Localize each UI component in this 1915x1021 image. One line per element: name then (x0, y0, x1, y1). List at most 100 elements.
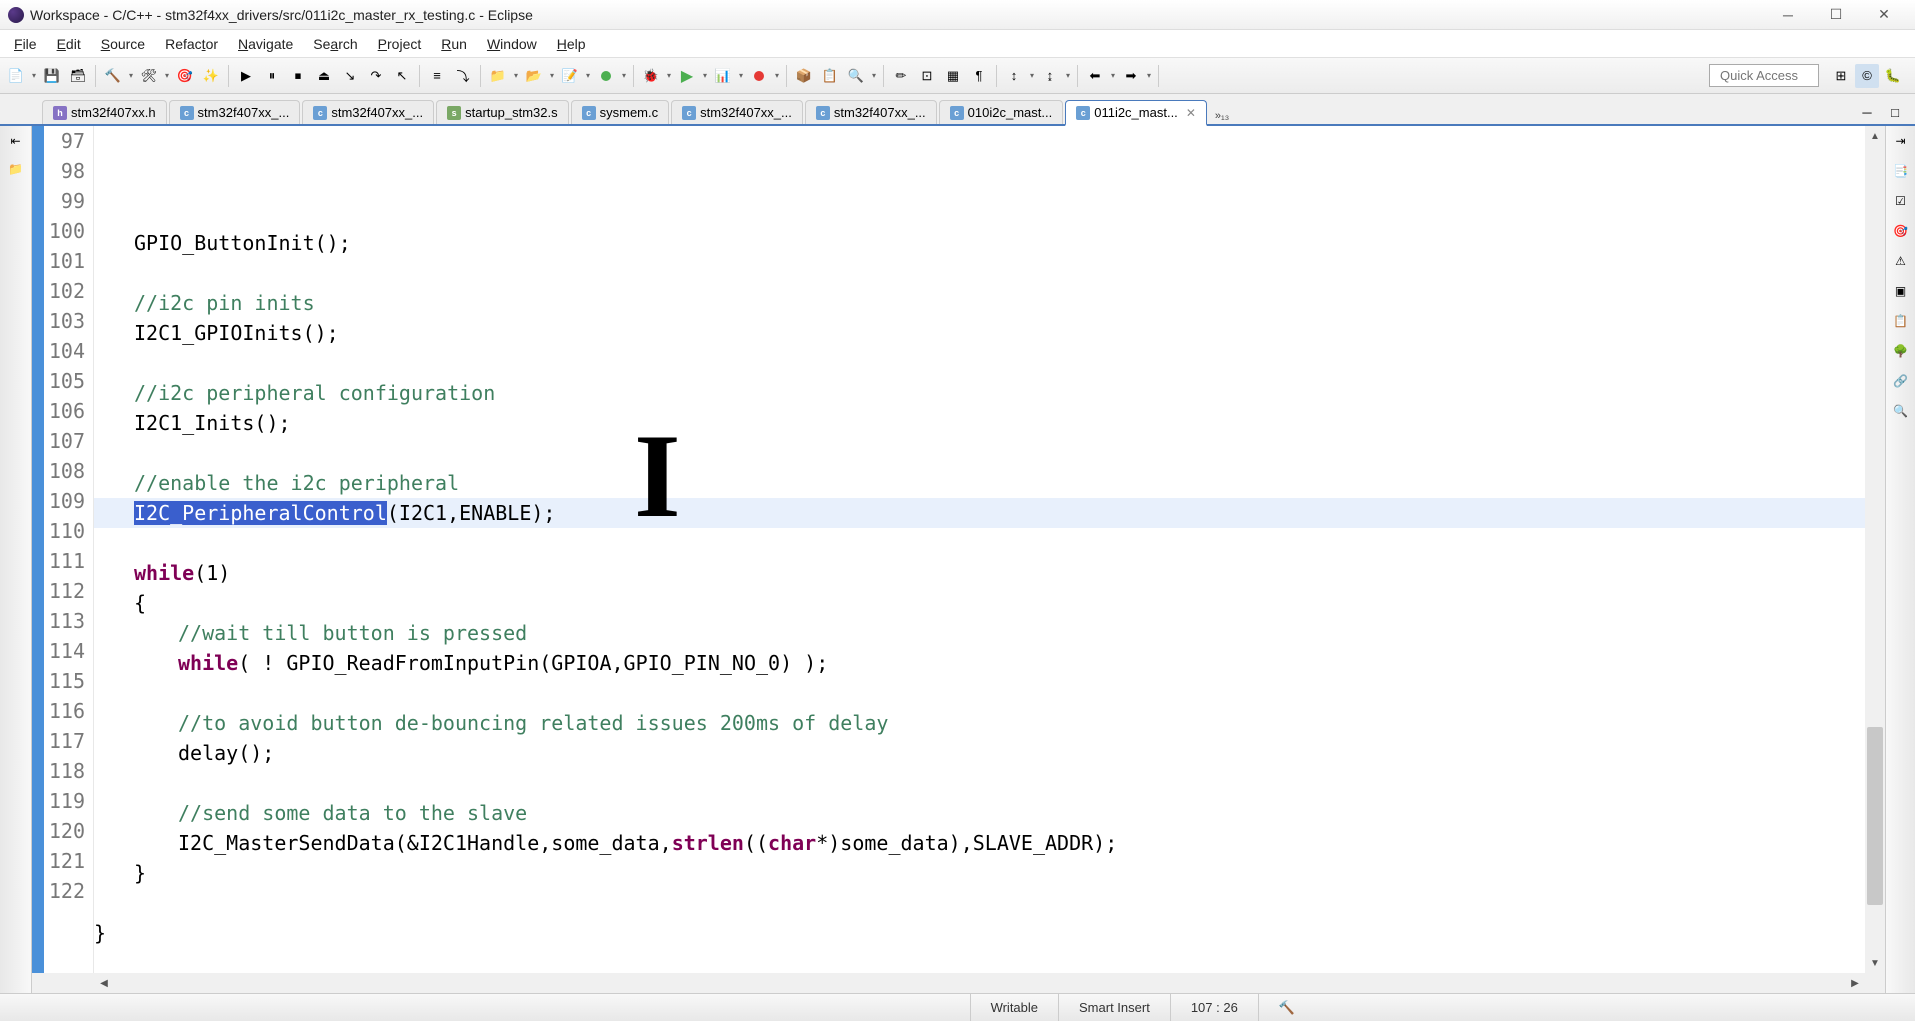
editor-tab[interactable]: cstm32f407xx_... (671, 100, 803, 124)
project-explorer-icon[interactable]: 📁 (7, 160, 25, 178)
code-line[interactable] (94, 438, 1865, 468)
code-area[interactable]: I GPIO_ButtonInit();//i2c pin initsI2C1_… (94, 126, 1865, 973)
hscroll-track[interactable] (114, 973, 1845, 993)
toggle-block-icon[interactable]: ▦ (941, 64, 965, 88)
code-line[interactable] (94, 198, 1865, 228)
code-line[interactable]: delay(); (94, 738, 1865, 768)
menu-project[interactable]: Project (368, 32, 432, 56)
menu-search[interactable]: Search (303, 32, 367, 56)
restore-right-icon[interactable]: ⇥ (1892, 132, 1910, 150)
menu-file[interactable]: File (4, 32, 47, 56)
wand-button[interactable]: ✨ (199, 64, 223, 88)
skip-breakpoints-icon[interactable]: ⤵ (451, 64, 475, 88)
show-ws-icon[interactable]: ¶ (967, 64, 991, 88)
menu-edit[interactable]: Edit (47, 32, 91, 56)
build-all-dropdown[interactable]: ▾ (163, 71, 171, 80)
editor-tab[interactable]: hstm32f407xx.h (42, 100, 167, 124)
scroll-up-icon[interactable]: ▲ (1865, 126, 1885, 146)
search-icon[interactable]: 🔍 (844, 64, 868, 88)
menu-refactor[interactable]: Refactor (155, 32, 228, 56)
dd1[interactable]: ▾ (512, 71, 520, 80)
outline-icon[interactable]: 📑 (1892, 162, 1910, 180)
menu-help[interactable]: Help (547, 32, 596, 56)
menu-run[interactable]: Run (431, 32, 477, 56)
stop-icon[interactable]: ⏹ (286, 64, 310, 88)
ext-tools-button[interactable] (747, 64, 771, 88)
new-folder-icon[interactable]: 📂 (522, 64, 546, 88)
dd5[interactable]: ▾ (665, 71, 673, 80)
code-line[interactable] (94, 348, 1865, 378)
step-into-icon[interactable]: ↘ (338, 64, 362, 88)
step-over-icon[interactable]: ↷ (364, 64, 388, 88)
build-dropdown[interactable]: ▾ (127, 71, 135, 80)
code-line[interactable] (94, 258, 1865, 288)
open-type-icon[interactable]: 📦 (792, 64, 816, 88)
code-line[interactable]: //to avoid button de-bouncing related is… (94, 708, 1865, 738)
code-line[interactable]: } (94, 918, 1865, 948)
code-line[interactable] (94, 948, 1865, 973)
build-targets-icon[interactable]: 🎯 (1892, 222, 1910, 240)
dd11[interactable]: ▾ (1064, 71, 1072, 80)
call-hierarchy-icon[interactable]: 🌳 (1892, 342, 1910, 360)
editor-tab[interactable]: c011i2c_mast...✕ (1065, 100, 1207, 126)
maximize-view-icon[interactable]: □ (1883, 100, 1907, 124)
status-insert-mode[interactable]: Smart Insert (1058, 994, 1170, 1021)
resume-icon[interactable]: ▶ (234, 64, 258, 88)
toggle-mark-icon[interactable]: ✏ (889, 64, 913, 88)
code-line[interactable]: while(1) (94, 558, 1865, 588)
code-line[interactable]: I2C1_GPIOInits(); (94, 318, 1865, 348)
new-dropdown[interactable]: ▾ (30, 71, 38, 80)
dd2[interactable]: ▾ (548, 71, 556, 80)
menu-navigate[interactable]: Navigate (228, 32, 303, 56)
step-return-icon[interactable]: ↖ (390, 64, 414, 88)
minimize-button[interactable]: ─ (1773, 5, 1803, 25)
minimize-view-icon[interactable]: ─ (1855, 100, 1879, 124)
target-button[interactable]: 🎯 (173, 64, 197, 88)
dd10[interactable]: ▾ (1028, 71, 1036, 80)
profile-button[interactable]: 📊 (711, 64, 735, 88)
problems-icon[interactable]: ⚠ (1892, 252, 1910, 270)
properties-icon[interactable]: 📋 (1892, 312, 1910, 330)
new-cproject-icon[interactable]: 📁 (486, 64, 510, 88)
disconnect-icon[interactable]: ⏏ (312, 64, 336, 88)
tasks-icon[interactable]: ☑ (1892, 192, 1910, 210)
tab-overflow-button[interactable]: »₁₃ (1209, 108, 1235, 124)
build-button[interactable]: 🔨 (101, 64, 125, 88)
horizontal-scrollbar[interactable]: ◀ ▶ (32, 973, 1885, 993)
quick-access-input[interactable] (1709, 64, 1819, 87)
scroll-track[interactable] (1865, 146, 1885, 953)
dd13[interactable]: ▾ (1145, 71, 1153, 80)
next-annotation-icon[interactable]: ↕ (1002, 64, 1026, 88)
code-line[interactable] (94, 888, 1865, 918)
include-browser-icon[interactable]: 🔗 (1892, 372, 1910, 390)
toggle-ws-icon[interactable]: ⊡ (915, 64, 939, 88)
dd12[interactable]: ▾ (1109, 71, 1117, 80)
back-button[interactable]: ⬅ (1083, 64, 1107, 88)
restore-left-icon[interactable]: ⇤ (7, 132, 25, 150)
editor-tab[interactable]: csysmem.c (571, 100, 670, 124)
code-line[interactable] (94, 678, 1865, 708)
line-number-ruler[interactable]: 9798991001011021031041051061071081091101… (44, 126, 94, 973)
code-line[interactable]: //enable the i2c peripheral (94, 468, 1865, 498)
dd7[interactable]: ▾ (737, 71, 745, 80)
cpp-perspective-icon[interactable]: © (1855, 64, 1879, 88)
search-view-icon[interactable]: 🔍 (1892, 402, 1910, 420)
code-line[interactable]: //wait till button is pressed (94, 618, 1865, 648)
editor-tab[interactable]: sstartup_stm32.s (436, 100, 569, 124)
status-build-icon[interactable]: 🔨 (1258, 994, 1315, 1021)
save-all-button[interactable]: 🗃 (66, 64, 90, 88)
scroll-left-icon[interactable]: ◀ (94, 973, 114, 993)
code-line[interactable]: while( ! GPIO_ReadFromInputPin(GPIOA,GPI… (94, 648, 1865, 678)
new-source-icon[interactable]: 📝 (558, 64, 582, 88)
code-line[interactable] (94, 528, 1865, 558)
dd6[interactable]: ▾ (701, 71, 709, 80)
dd4[interactable]: ▾ (620, 71, 628, 80)
code-line[interactable]: I2C_MasterSendData(&I2C1Handle,some_data… (94, 828, 1865, 858)
code-line[interactable]: GPIO_ButtonInit(); (94, 228, 1865, 258)
new-class-icon[interactable] (594, 64, 618, 88)
editor-tab[interactable]: cstm32f407xx_... (302, 100, 434, 124)
debug-perspective-icon[interactable]: 🐛 (1881, 64, 1905, 88)
editor-tab[interactable]: cstm32f407xx_... (169, 100, 301, 124)
code-line[interactable]: } (94, 858, 1865, 888)
code-line[interactable]: I2C_PeripheralControl(I2C1,ENABLE); (94, 498, 1865, 528)
